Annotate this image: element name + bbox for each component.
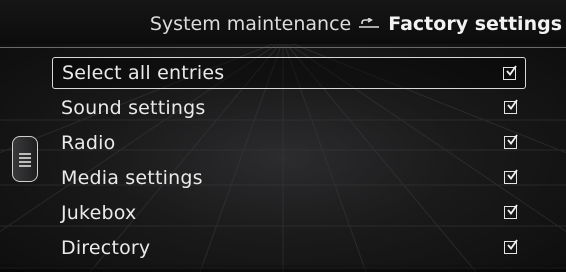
list-item-media-settings[interactable]: Media settings [52, 160, 526, 195]
list-item-jukebox[interactable]: Jukebox [52, 195, 526, 230]
list-item-directory[interactable]: Directory [52, 230, 526, 265]
checkbox-checked-icon[interactable] [504, 204, 518, 219]
list-item-label: Media settings [61, 166, 203, 189]
list-item-label: Select all entries [62, 62, 225, 84]
breadcrumb: System maintenance Factory settings [150, 12, 562, 36]
header-divider [0, 47, 566, 48]
list-item-label: Jukebox [61, 201, 137, 224]
checkbox-checked-icon[interactable] [504, 134, 518, 149]
header-bar: System maintenance Factory settings [0, 0, 566, 44]
list-item-label: Directory [61, 236, 151, 259]
list-item-radio[interactable]: Radio [52, 125, 526, 160]
bottom-shade [0, 264, 566, 272]
checkbox-checked-icon[interactable] [503, 64, 517, 80]
list-item-label: Sound settings [61, 96, 206, 119]
page-title: Factory settings [388, 13, 562, 35]
checkbox-checked-icon[interactable] [504, 99, 518, 114]
list-item-label: Radio [61, 131, 116, 154]
return-arrow-icon [357, 12, 383, 36]
checkbox-checked-icon[interactable] [504, 169, 518, 184]
breadcrumb-parent[interactable]: System maintenance [150, 13, 351, 35]
list-item-sound-settings[interactable]: Sound settings [52, 90, 526, 125]
list-item-select-all[interactable]: Select all entries [52, 57, 526, 89]
menu-lines-icon [19, 153, 31, 167]
mmi-screen: System maintenance Factory settings Sele… [0, 0, 566, 272]
side-menu-tab[interactable] [12, 136, 38, 182]
factory-settings-list: Select all entries Sound settings Radio … [52, 57, 526, 265]
checkbox-checked-icon[interactable] [504, 239, 518, 254]
